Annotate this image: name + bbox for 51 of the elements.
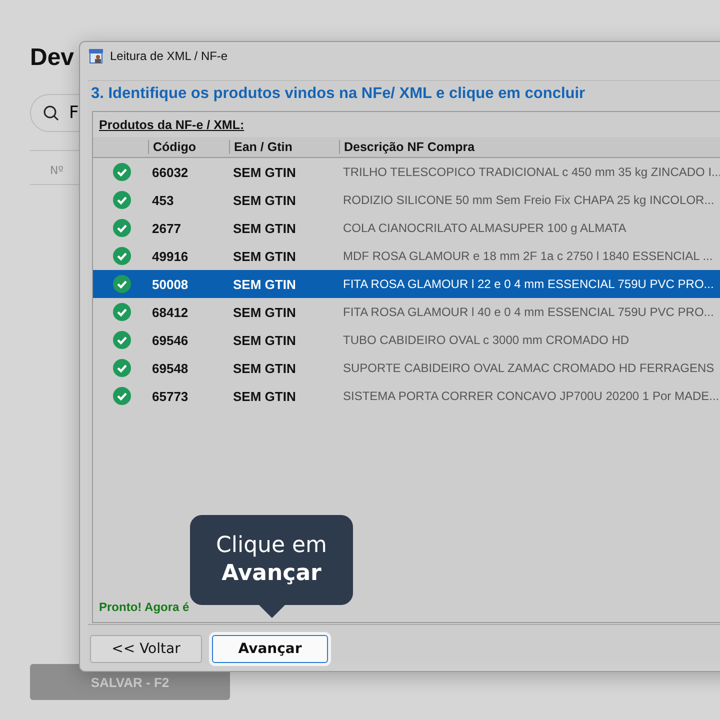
table-row[interactable]: 66032 SEM GTIN TRILHO TELESCOPICO TRADICIONAL c 450 mm 35 kg ZINCADO I...	[93, 158, 720, 186]
table-row[interactable]: 453 SEM GTIN RODIZIO SILICONE 50 mm Sem Freio Fix CHAPA 25 kg INCOLOR...	[93, 186, 720, 214]
search-icon	[43, 105, 59, 121]
table-cell-text: TRILHO TELESCOPICO TRADICIONAL c 450 mm 35 kg ZINCADO I...	[342, 165, 720, 179]
column-header: Nº	[50, 164, 64, 177]
group-label: Produtos da NF-e / XML:	[98, 118, 246, 134]
table-row[interactable]: 68412 SEM GTIN FITA ROSA GLAMOUR l 40 e 0 4 mm ESSENCIAL 759U PVC PRO...	[93, 298, 720, 326]
table-cell-text: SEM GTIN	[232, 164, 297, 180]
table-row[interactable]: 49916 SEM GTIN MDF ROSA GLAMOUR e 18 mm 2F 1a c 2750 l 1840 ESSENCIAL ...	[93, 242, 720, 270]
tooltip-pointer-icon	[258, 605, 284, 618]
column-header: Código	[148, 140, 229, 154]
dialog-button[interactable]: << Voltar	[90, 635, 202, 663]
table-cell-text: SEM GTIN	[232, 388, 297, 404]
tooltip: Clique em Avançar	[190, 515, 353, 618]
dialog-button[interactable]: Avançar	[212, 635, 328, 663]
table-cell-text: SEM GTIN	[232, 220, 297, 236]
table-cell-text: 68412	[151, 304, 190, 320]
column-header: Ean / Gtin	[229, 140, 339, 154]
table-cell-text: SISTEMA PORTA CORRER CONCAVO JP700U 20200 1 Por MADE...	[342, 389, 720, 403]
table-cell-text: SEM GTIN	[232, 360, 297, 376]
table-row[interactable]: 65773 SEM GTIN SISTEMA PORTA CORRER CONCAVO JP700U 20200 1 Por MADE...	[93, 382, 720, 410]
store-icon	[88, 48, 104, 64]
table-cell-text: SEM GTIN	[232, 276, 297, 292]
table-cell-text: SEM GTIN	[232, 304, 297, 320]
table-cell-text: 50008	[151, 276, 190, 292]
table-cell-text: 2677	[151, 220, 182, 236]
table-row[interactable]: 50008 SEM GTIN FITA ROSA GLAMOUR l 22 e 0 4 mm ESSENCIAL 759U PVC PRO...	[93, 270, 720, 298]
table-cell-text: 69548	[151, 360, 190, 376]
table-cell-text: COLA CIANOCRILATO ALMASUPER 100 g ALMATA	[342, 221, 628, 235]
status-message: Pronto! Agora é	[99, 600, 190, 616]
table-cell-text: 49916	[151, 248, 190, 264]
table-cell-text: SEM GTIN	[232, 248, 297, 264]
table-cell-text: SUPORTE CABIDEIRO OVAL ZAMAC CROMADO HD FERRAGENS	[342, 361, 716, 375]
table-cell-text: 66032	[151, 164, 190, 180]
step-heading: 3. Identifique os produtos vindos na NFe/ XML e clique em concluir	[90, 84, 586, 104]
column-header: Descrição NF Compra	[339, 140, 720, 154]
table-cell-text: 453	[151, 192, 175, 208]
table-row[interactable]: 69546 SEM GTIN TUBO CABIDEIRO OVAL c 3000 mm CROMADO HD	[93, 326, 720, 354]
table-cell-text: FITA ROSA GLAMOUR l 22 e 0 4 mm ESSENCIAL 759U PVC PRO...	[342, 277, 715, 291]
table-cell-text: SEM GTIN	[232, 332, 297, 348]
table-cell-text: TUBO CABIDEIRO OVAL c 3000 mm CROMADO HD	[342, 333, 630, 347]
table-cell-text: RODIZIO SILICONE 50 mm Sem Freio Fix CHAPA 25 kg INCOLOR...	[342, 193, 716, 207]
table-row[interactable]: 2677 SEM GTIN COLA CIANOCRILATO ALMASUPER 100 g ALMATA	[93, 214, 720, 242]
table-cell-text: MDF ROSA GLAMOUR e 18 mm 2F 1a c 2750 l 1840 ESSENCIAL ...	[342, 249, 714, 263]
table-cell-text: 65773	[151, 388, 190, 404]
window-title: Leitura de XML / NF-e	[110, 49, 228, 63]
table-row[interactable]: 69548 SEM GTIN SUPORTE CABIDEIRO OVAL ZAMAC CROMADO HD FERRAGENS	[93, 354, 720, 382]
page-title: Dev	[30, 44, 74, 73]
table-cell-text: SEM GTIN	[232, 192, 297, 208]
table-cell-text: FITA ROSA GLAMOUR l 40 e 0 4 mm ESSENCIAL 759U PVC PRO...	[342, 305, 715, 319]
table-cell-text: 69546	[151, 332, 190, 348]
